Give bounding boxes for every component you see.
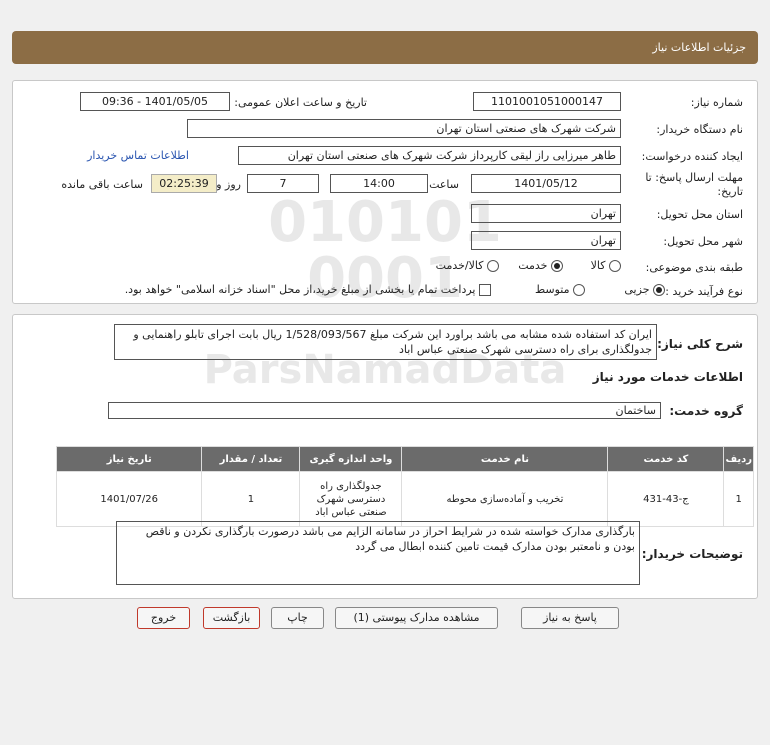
category-option-goods-label: کالا: [590, 259, 606, 272]
contact-buyer-link[interactable]: اطلاعات تماس خریدار: [87, 149, 189, 162]
info-panel: شماره نیاز: 1101001051000147 تاریخ و ساع…: [12, 80, 758, 304]
deadline-time-field: 14:00: [330, 174, 428, 193]
announce-label: تاریخ و ساعت اعلان عمومی:: [234, 96, 367, 109]
category-option-service[interactable]: خدمت: [518, 259, 563, 272]
col-need-date: تاریخ نیاز: [55, 446, 203, 472]
cell-row-no: 1: [723, 471, 754, 527]
cell-unit: جدولگذاری راه دسترسی شهرک صنعتی عباس ابا…: [299, 471, 403, 527]
summary-label: شرح کلی نیاز:: [657, 337, 743, 351]
category-option-both-label: کالا/خدمت: [435, 259, 484, 272]
col-quantity: تعداد / مقدار: [201, 446, 301, 472]
payment-checkbox[interactable]: [479, 284, 491, 296]
cell-quantity: 1: [201, 471, 301, 527]
deadline-date-field: 1401/05/12: [471, 174, 621, 193]
city-label: شهر محل تحویل:: [663, 235, 743, 248]
buyer-notes-field: بارگذاری مدارک خواسته شده در شرایط احراز…: [116, 521, 640, 585]
reply-button[interactable]: پاسخ به نیاز: [521, 607, 619, 629]
process-label: نوع فرآیند خرید :: [665, 285, 743, 298]
radio-service[interactable]: [551, 260, 563, 272]
remaining-label: ساعت باقی مانده: [61, 178, 143, 191]
back-button[interactable]: بازگشت: [203, 607, 260, 629]
deadline-label-2: تاریخ:: [717, 185, 743, 198]
cell-service-code: ج-43-431: [607, 471, 725, 527]
need-no-label: شماره نیاز:: [690, 96, 743, 109]
time-label: ساعت: [429, 178, 459, 191]
cell-need-date: 1401/07/26: [55, 471, 203, 527]
services-title: اطلاعات خدمات مورد نیاز: [592, 370, 743, 384]
table-row: 1 ج-43-431 تخریب و آماده‌سازی محوطه جدول…: [55, 471, 754, 527]
remaining-time-field: 02:25:39: [151, 174, 217, 193]
process-option-medium[interactable]: متوسط: [535, 283, 585, 296]
cell-service-name: تخریب و آماده‌سازی محوطه: [401, 471, 609, 527]
creator-label: ایجاد کننده درخواست:: [641, 150, 743, 163]
group-label: گروه خدمت:: [669, 404, 743, 418]
page-title: جزئیات اطلاعات نیاز: [652, 41, 746, 54]
table-header-row: ردیف کد خدمت نام خدمت واحد اندازه گیری ت…: [55, 446, 754, 472]
announce-field: 1401/05/05 - 09:36: [80, 92, 230, 111]
process-option-minor-label: جزیی: [624, 283, 650, 296]
category-option-service-label: خدمت: [518, 259, 548, 272]
col-service-code: کد خدمت: [607, 446, 725, 472]
exit-button[interactable]: خروج: [137, 607, 190, 629]
radio-goods[interactable]: [609, 260, 621, 272]
view-attachments-button[interactable]: مشاهده مدارک پیوستی (1): [335, 607, 498, 629]
buyer-org-field: شرکت شهرک های صنعتی استان تهران: [187, 119, 621, 138]
services-table: ردیف کد خدمت نام خدمت واحد اندازه گیری ت…: [55, 446, 754, 527]
process-option-medium-label: متوسط: [534, 283, 570, 296]
city-field: تهران: [471, 231, 621, 250]
summary-field: ایران کد استفاده شده مشابه می باشد براور…: [114, 324, 657, 360]
col-unit: واحد اندازه گیری: [299, 446, 403, 472]
col-row-no: ردیف: [723, 446, 754, 472]
radio-goods-service[interactable]: [487, 260, 499, 272]
payment-note-text: پرداخت تمام یا بخشی از مبلغ خرید،از محل …: [124, 283, 476, 296]
col-service-name: نام خدمت: [401, 446, 609, 472]
radio-minor[interactable]: [653, 284, 665, 296]
details-panel: شرح کلی نیاز: ایران کد استفاده شده مشابه…: [12, 314, 758, 599]
creator-field: طاهر میرزایی راز لیقی کارپرداز شرکت شهرک…: [238, 146, 621, 165]
category-label: طبقه بندی موضوعی:: [645, 261, 743, 274]
process-option-minor[interactable]: جزیی: [624, 283, 665, 296]
days-field: 7: [247, 174, 319, 193]
page-header: جزئیات اطلاعات نیاز: [12, 31, 758, 64]
need-no-field: 1101001051000147: [473, 92, 621, 111]
buyer-notes-label: توضیحات خریدار:: [641, 547, 743, 561]
print-button[interactable]: چاپ: [271, 607, 324, 629]
payment-note[interactable]: پرداخت تمام یا بخشی از مبلغ خرید،از محل …: [125, 283, 491, 296]
category-option-goods[interactable]: کالا: [591, 259, 621, 272]
radio-medium[interactable]: [573, 284, 585, 296]
category-option-both[interactable]: کالا/خدمت: [436, 259, 499, 272]
province-field: تهران: [471, 204, 621, 223]
buyer-org-label: نام دستگاه خریدار:: [656, 123, 743, 136]
province-label: استان محل تحویل:: [656, 208, 743, 221]
group-field: ساختمان: [108, 402, 661, 419]
deadline-label-1: مهلت ارسال پاسخ: تا: [645, 171, 743, 184]
days-label: روز و: [216, 178, 241, 191]
